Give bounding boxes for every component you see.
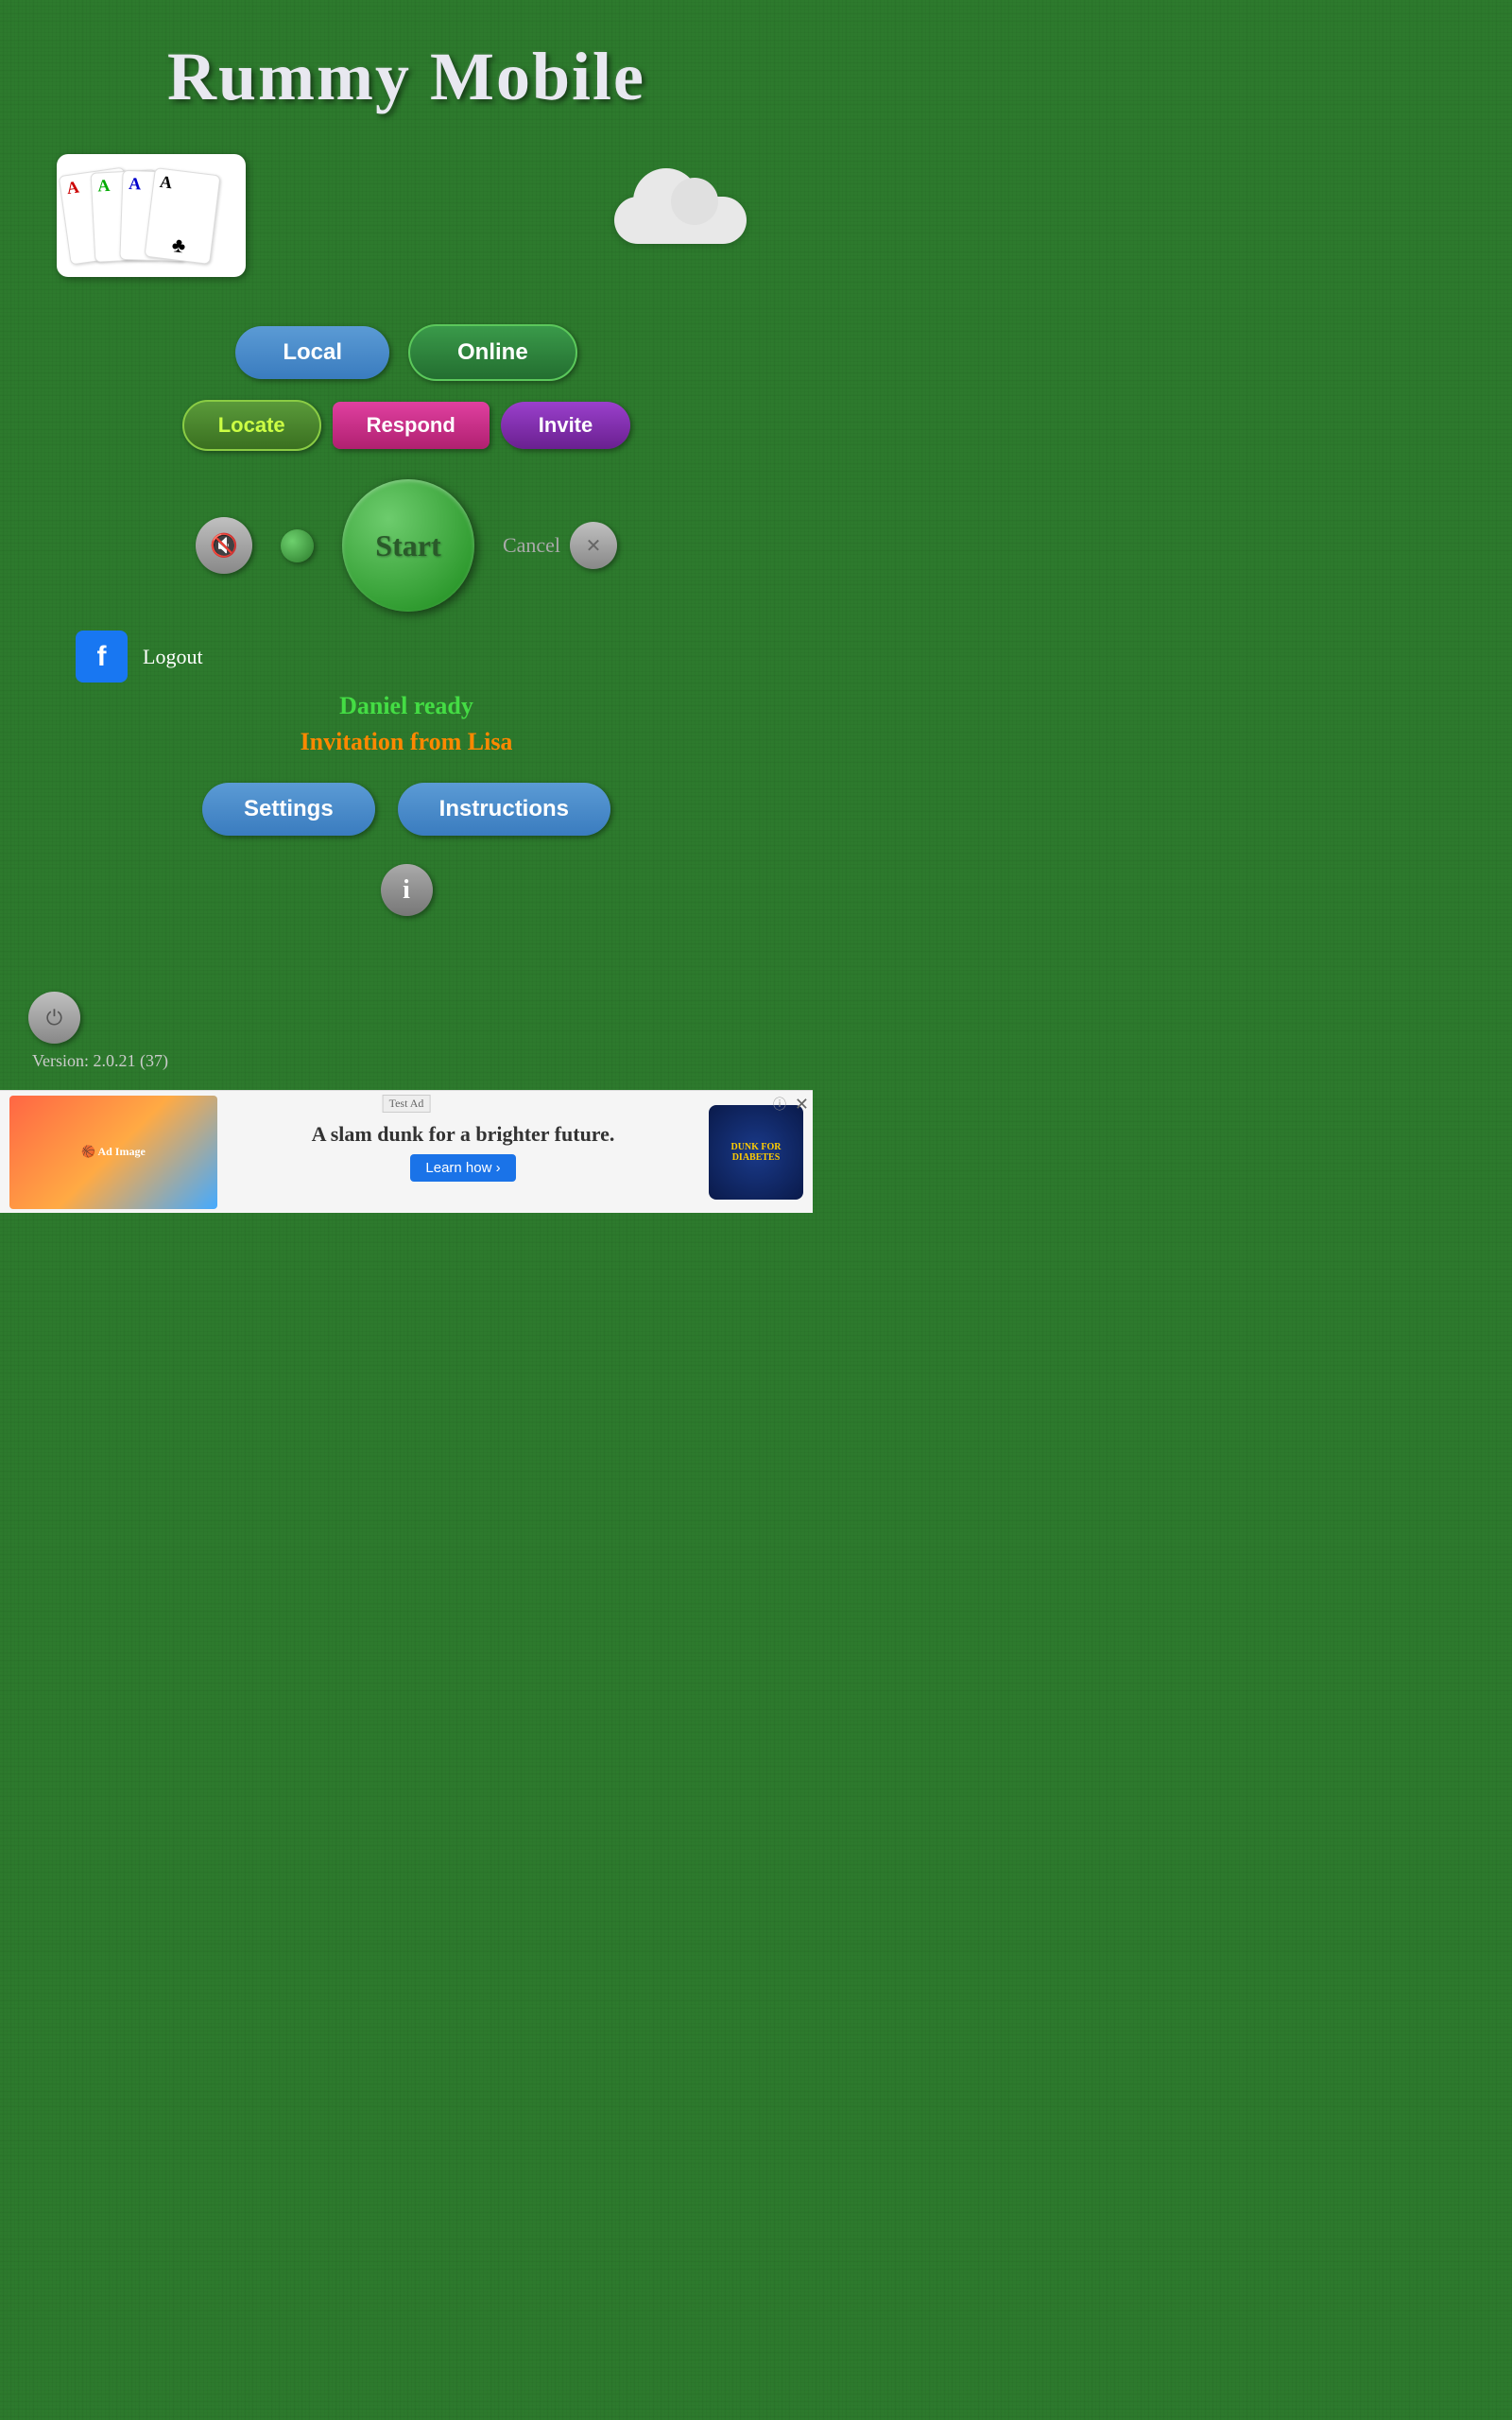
ad-close-button[interactable]: ✕ [795,1095,809,1115]
cards-image: A ♥ A ♦ A ♠ A ♣ [57,154,246,277]
local-button[interactable]: Local [235,326,389,379]
cancel-label: Cancel [503,533,560,558]
player-status: Daniel ready [339,692,473,720]
invite-button[interactable]: Invite [501,402,630,449]
ad-test-label: Test Ad [383,1095,431,1113]
cancel-button[interactable]: ✕ [570,522,617,569]
start-button[interactable]: Start [342,479,474,612]
invitation-status: Invitation from Lisa [301,728,513,756]
network-buttons: Locate Respond Invite [182,400,631,451]
logout-button[interactable]: Logout [143,645,203,669]
power-button[interactable]: ⏻ [28,992,80,1044]
start-area: 🔇 Start Cancel ✕ [0,479,813,612]
cancel-area: Cancel ✕ [503,522,617,569]
locate-button[interactable]: Locate [182,400,321,451]
cloud-decoration [605,178,756,253]
mute-icon: 🔇 [210,532,238,560]
instructions-button[interactable]: Instructions [398,783,610,836]
card-4: A ♣ [144,167,220,265]
ad-text-area: A slam dunk for a brighter future. Learn… [217,1122,709,1182]
settings-button[interactable]: Settings [202,783,375,836]
app-title: Rummy Mobile [167,38,645,116]
cards-area: A ♥ A ♦ A ♠ A ♣ [0,154,813,277]
cancel-icon: ✕ [586,534,602,558]
ad-info-icon[interactable]: ⓘ [773,1095,786,1114]
respond-button[interactable]: Respond [333,402,490,449]
info-button[interactable]: i [381,864,433,916]
action-buttons: Settings Instructions [202,783,610,836]
ad-logo-text: DUNK FOR DIABETES [709,1138,803,1167]
facebook-icon: f [76,631,128,683]
version-label: Version: 2.0.21 (37) [32,1051,784,1071]
ad-image: 🏀 Ad Image [9,1096,217,1209]
bottom-area: ⏻ Version: 2.0.21 (37) [0,973,813,1080]
power-icon: ⏻ [46,1006,62,1030]
mode-buttons: Local Online [235,324,576,381]
ad-banner: Test Ad 🏀 Ad Image A slam dunk for a bri… [0,1090,813,1213]
mute-button[interactable]: 🔇 [196,517,252,574]
ad-logo: DUNK FOR DIABETES [709,1105,803,1200]
ad-headline: A slam dunk for a brighter future. [312,1122,615,1147]
player-dot-small [281,529,314,562]
online-button[interactable]: Online [408,324,577,381]
ad-cta-button[interactable]: Learn how › [410,1154,515,1182]
social-row: f Logout [0,631,813,683]
